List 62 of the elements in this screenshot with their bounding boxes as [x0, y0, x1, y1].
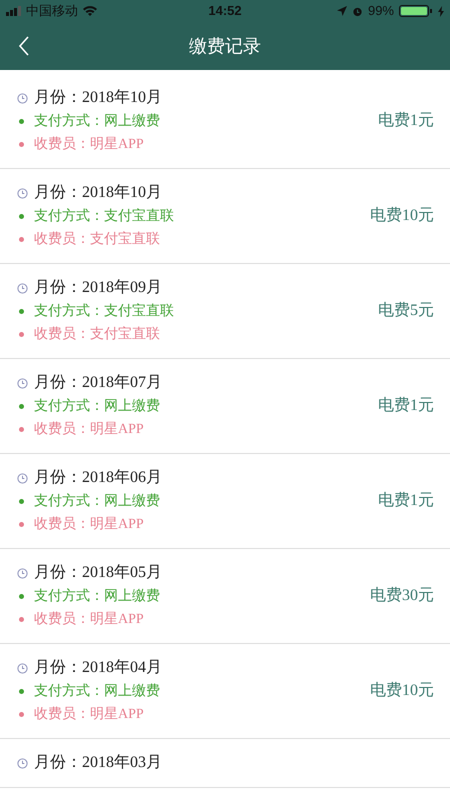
month-text: 月份：2018年09月 [34, 278, 162, 298]
bullet-icon [19, 617, 24, 622]
clock-icon [17, 188, 28, 198]
charging-bolt-icon [438, 6, 444, 16]
bullet-icon [19, 427, 24, 432]
bullet-icon [19, 309, 24, 314]
bullet-icon [19, 214, 24, 219]
clock-icon [17, 662, 28, 674]
month-text: 月份：2018年07月 [34, 373, 162, 393]
payment-method-text: 支付方式：网上缴费 [34, 397, 160, 416]
bullet-icon [19, 712, 24, 717]
bullet-icon [19, 237, 24, 242]
collector-text: 收费员：明星APP [34, 420, 144, 439]
signal-icon [6, 6, 22, 16]
amount-text: 电费1元 [378, 490, 434, 511]
clock-icon [17, 472, 28, 484]
month-text: 月份：2018年05月 [34, 563, 162, 583]
amount-text: 电费10元 [370, 680, 434, 701]
amount-text: 电费10元 [370, 206, 434, 226]
payment-method-text: 支付方式：网上缴费 [34, 492, 160, 511]
amount-text: 电费1元 [378, 396, 434, 416]
month-text: 月份：2018年03月 [34, 753, 162, 773]
wifi-icon [82, 5, 98, 17]
collector-text: 收费员：明星APP [34, 136, 144, 154]
payment-method-text: 支付方式：支付宝直联 [34, 207, 174, 226]
payment-method-text: 支付方式：网上缴费 [34, 587, 160, 606]
payment-method-text: 支付方式：网上缴费 [34, 112, 160, 131]
battery-percent-text: 99% [368, 2, 394, 20]
clock-icon [17, 92, 28, 104]
collector-text: 收费员：明星APP [34, 706, 144, 724]
bullet-icon [19, 119, 24, 124]
bullet-icon [19, 142, 24, 147]
page-title: 缴费记录 [189, 34, 261, 58]
payment-method-text: 支付方式：网上缴费 [34, 682, 160, 701]
clock-icon [17, 282, 28, 294]
amount-text: 电费30元 [370, 586, 434, 606]
carrier-text: 中国移动 [26, 2, 78, 20]
clock-icon [17, 758, 28, 768]
collector-text: 收费员：支付宝直联 [34, 230, 160, 249]
bullet-icon [19, 404, 24, 409]
amount-text: 电费5元 [378, 300, 434, 321]
alarm-clock-icon [352, 6, 363, 16]
collector-text: 收费员：明星APP [34, 610, 144, 629]
month-text: 月份：2018年10月 [34, 183, 162, 203]
bullet-icon [19, 689, 24, 694]
location-arrow-icon [336, 6, 347, 16]
month-text: 月份：2018年06月 [34, 468, 162, 488]
month-text: 月份：2018年10月 [34, 88, 162, 108]
collector-text: 收费员：明星APP [34, 516, 144, 534]
battery-icon [399, 5, 433, 17]
bullet-icon [19, 499, 24, 504]
clock-icon [17, 568, 28, 578]
payment-method-text: 支付方式：支付宝直联 [34, 302, 174, 321]
back-icon [18, 36, 30, 56]
month-text: 月份：2018年04月 [34, 658, 162, 678]
time-text: 14:52 [208, 2, 242, 20]
collector-text: 收费员：支付宝直联 [34, 325, 160, 344]
bullet-icon [19, 594, 24, 599]
bullet-icon [19, 522, 24, 527]
clock-icon [17, 378, 28, 388]
bullet-icon [19, 332, 24, 337]
amount-text: 电费1元 [378, 110, 434, 131]
